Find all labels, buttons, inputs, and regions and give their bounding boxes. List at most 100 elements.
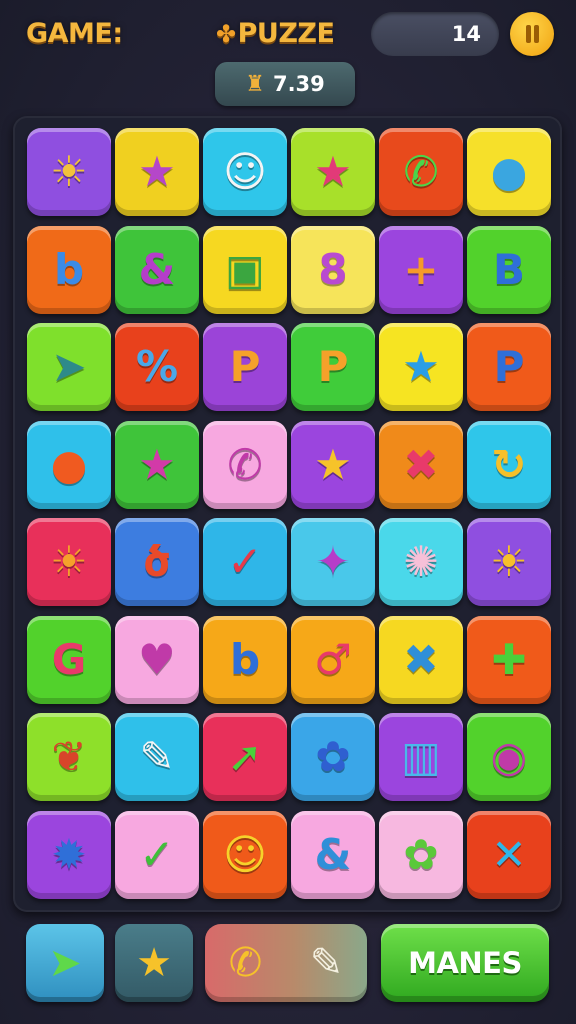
tile-r2-c3[interactable]: ▣ — [203, 225, 287, 314]
tile-r8-c1[interactable]: ✹ — [27, 810, 111, 899]
tile-r1-c3[interactable]: ☺ — [203, 128, 287, 216]
tile-r8-c6[interactable]: ✕ — [467, 810, 551, 899]
letter-p-icon: P — [229, 342, 261, 391]
phone-icon: ✆ — [227, 439, 263, 489]
flower-icon: ✿ — [403, 829, 439, 879]
tile-r3-c5[interactable]: ★ — [379, 323, 463, 411]
tile-r6-c3[interactable]: b — [203, 615, 287, 704]
tile-r4-c4[interactable]: ★ — [291, 420, 375, 509]
arrow-icon: ➚ — [227, 732, 263, 781]
arrow-icon: ➤ — [51, 342, 87, 391]
leaf-icon: ❦ — [51, 732, 87, 781]
tile-r3-c4[interactable]: P — [291, 323, 375, 411]
tile-r4-c6[interactable]: ↻ — [467, 420, 551, 509]
knot-icon: ծ — [143, 537, 171, 586]
letter-b-icon: b — [53, 244, 85, 294]
pause-button[interactable] — [510, 12, 554, 56]
score-value: 7.39 — [272, 72, 325, 96]
tile-r1-c2[interactable]: ★ — [115, 128, 199, 216]
star-icon: ★ — [138, 439, 176, 489]
tile-r7-c3[interactable]: ➚ — [203, 713, 287, 801]
tile-r6-c5[interactable]: ✖ — [379, 615, 463, 704]
tile-r1-c6[interactable]: ● — [467, 128, 551, 216]
phone-icon: ✆ — [228, 940, 263, 986]
tile-r1-c4[interactable]: ★ — [291, 128, 375, 216]
tile-r5-c3[interactable]: ✓ — [203, 518, 287, 606]
coin-icon: ♜ — [245, 71, 265, 97]
tile-r4-c5[interactable]: ✖ — [379, 420, 463, 509]
letter-p-icon: P — [493, 342, 525, 391]
tile-r7-c1[interactable]: ❦ — [27, 713, 111, 801]
cross-icon: ✖ — [403, 439, 439, 489]
smiley-icon: ☺ — [223, 829, 267, 879]
tile-r7-c4[interactable]: ✿ — [291, 713, 375, 801]
puzzle-title: ✤ PUZZE — [216, 14, 335, 54]
tile-r2-c5[interactable]: + — [379, 225, 463, 314]
brush-icon: ✎ — [309, 940, 344, 986]
cross-icon: ✕ — [491, 829, 527, 879]
game-board: ☀ ★ ☺ ★ ✆ ● b & ▣ 8 + B ➤% P P ★ P ● ★ ✆ ★ ✖ ↻ ☀ ծ ✓ ✦ ✺ ☀ G ♥ b ♂ ✖ ✚ ❦ ✎ ➚ ✿… — [13, 116, 562, 912]
ampersand-icon: & — [314, 829, 352, 879]
sun-icon: ☀ — [490, 537, 528, 586]
tile-r3-c6[interactable]: P — [467, 323, 551, 411]
tile-r8-c4[interactable]: & — [291, 810, 375, 899]
tile-r5-c4[interactable]: ✦ — [291, 518, 375, 606]
tile-r8-c3[interactable]: ☺ — [203, 810, 287, 899]
sun-icon: ☀ — [50, 537, 88, 586]
score-pill: ♜ 7.39 — [215, 62, 355, 106]
tile-r4-c3[interactable]: ✆ — [203, 420, 287, 509]
manes-button[interactable]: MANES — [381, 924, 549, 1002]
tile-r3-c2[interactable]: % — [115, 323, 199, 411]
tile-r4-c2[interactable]: ★ — [115, 420, 199, 509]
tile-r1-c5[interactable]: ✆ — [379, 128, 463, 216]
tile-r7-c6[interactable]: ◉ — [467, 713, 551, 801]
sun-icon: ☀ — [50, 147, 88, 196]
tile-r7-c2[interactable]: ✎ — [115, 713, 199, 801]
tile-r2-c2[interactable]: & — [115, 225, 199, 314]
tile-r7-c5[interactable]: ▥ — [379, 713, 463, 801]
refresh-icon: ↻ — [491, 439, 527, 489]
tile-r8-c5[interactable]: ✿ — [379, 810, 463, 899]
puzzle-piece-icon: ✤ — [216, 20, 236, 48]
key-icon: ♂ — [314, 634, 352, 684]
arrow-tool-button[interactable]: ➤ — [26, 924, 104, 1002]
brush-icon: ✎ — [139, 732, 175, 781]
tile-r5-c5[interactable]: ✺ — [379, 518, 463, 606]
item-tray[interactable]: ✆ ✎ — [205, 924, 367, 1002]
tile-r3-c3[interactable]: P — [203, 323, 287, 411]
tile-r6-c2[interactable]: ♥ — [115, 615, 199, 704]
flower-icon: ✿ — [315, 732, 351, 781]
tile-r1-c1[interactable]: ☀ — [27, 128, 111, 216]
letter-b-icon: B — [492, 244, 525, 294]
check-icon: ✓ — [139, 829, 175, 879]
blob-icon: ● — [490, 147, 528, 196]
star-icon: ★ — [314, 439, 352, 489]
tile-r2-c6[interactable]: B — [467, 225, 551, 314]
game-label: GAME: — [26, 18, 123, 49]
counter-pill: 14 — [371, 12, 499, 56]
trash-icon: ▣ — [225, 244, 265, 294]
letter-p-icon: P — [317, 342, 349, 391]
letter-g-icon: G — [51, 634, 87, 684]
ghost-face-icon: ☺ — [223, 147, 267, 196]
tile-r5-c2[interactable]: ծ — [115, 518, 199, 606]
trash-icon: ▥ — [401, 732, 441, 781]
splat-icon: ✺ — [403, 537, 439, 586]
tile-r8-c2[interactable]: ✓ — [115, 810, 199, 899]
ampersand-icon: & — [138, 244, 176, 294]
tile-r6-c1[interactable]: G — [27, 615, 111, 704]
tile-r5-c6[interactable]: ☀ — [467, 518, 551, 606]
tile-r2-c1[interactable]: b — [27, 225, 111, 314]
tile-r4-c1[interactable]: ● — [27, 420, 111, 509]
star-icon: ★ — [136, 940, 172, 986]
tile-r5-c1[interactable]: ☀ — [27, 518, 111, 606]
tile-r6-c4[interactable]: ♂ — [291, 615, 375, 704]
arrow-icon: ➤ — [48, 940, 82, 986]
tile-r2-c4[interactable]: 8 — [291, 225, 375, 314]
number-8-icon: 8 — [318, 244, 348, 294]
tile-r6-c6[interactable]: ✚ — [467, 615, 551, 704]
sparkle-icon: ✦ — [315, 537, 351, 586]
cross-icon: ✖ — [403, 634, 439, 684]
star-tool-button[interactable]: ★ — [115, 924, 193, 1002]
tile-r3-c1[interactable]: ➤ — [27, 323, 111, 411]
